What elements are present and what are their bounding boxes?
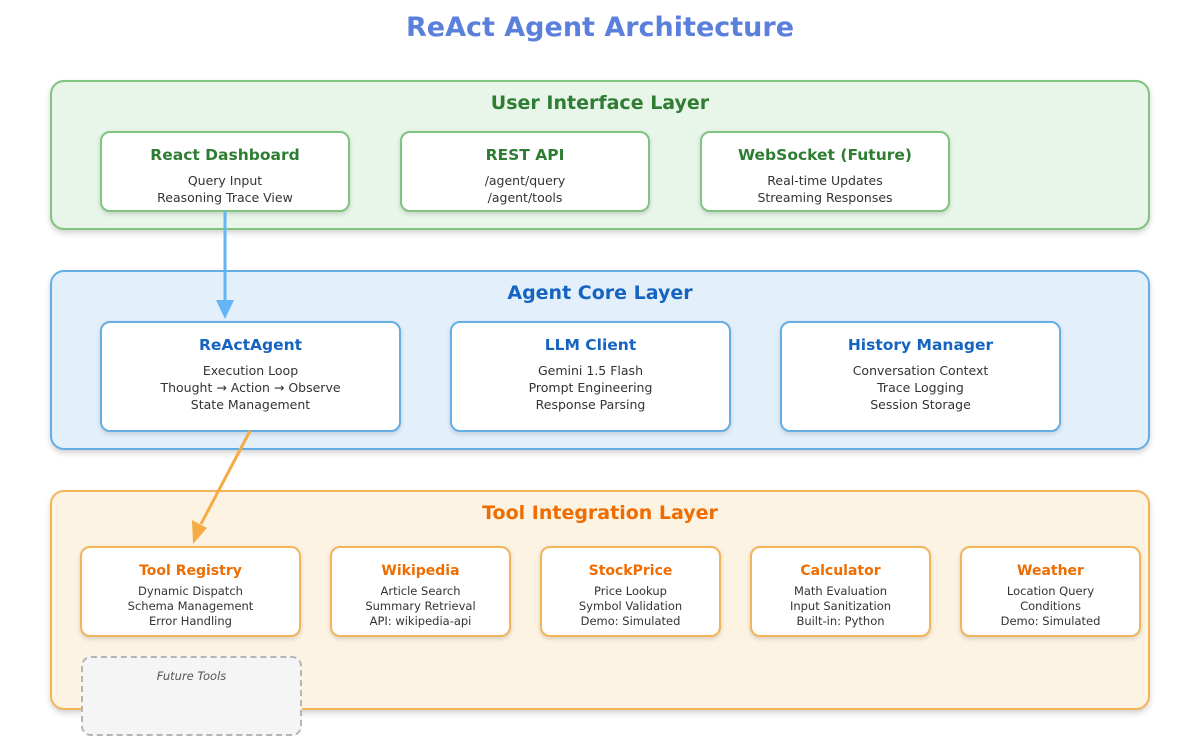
arrow-agent-to-registry <box>199 430 252 525</box>
arrowhead-orange <box>192 520 207 544</box>
arrowhead-blue <box>216 300 234 319</box>
connector-arrows <box>192 211 252 544</box>
